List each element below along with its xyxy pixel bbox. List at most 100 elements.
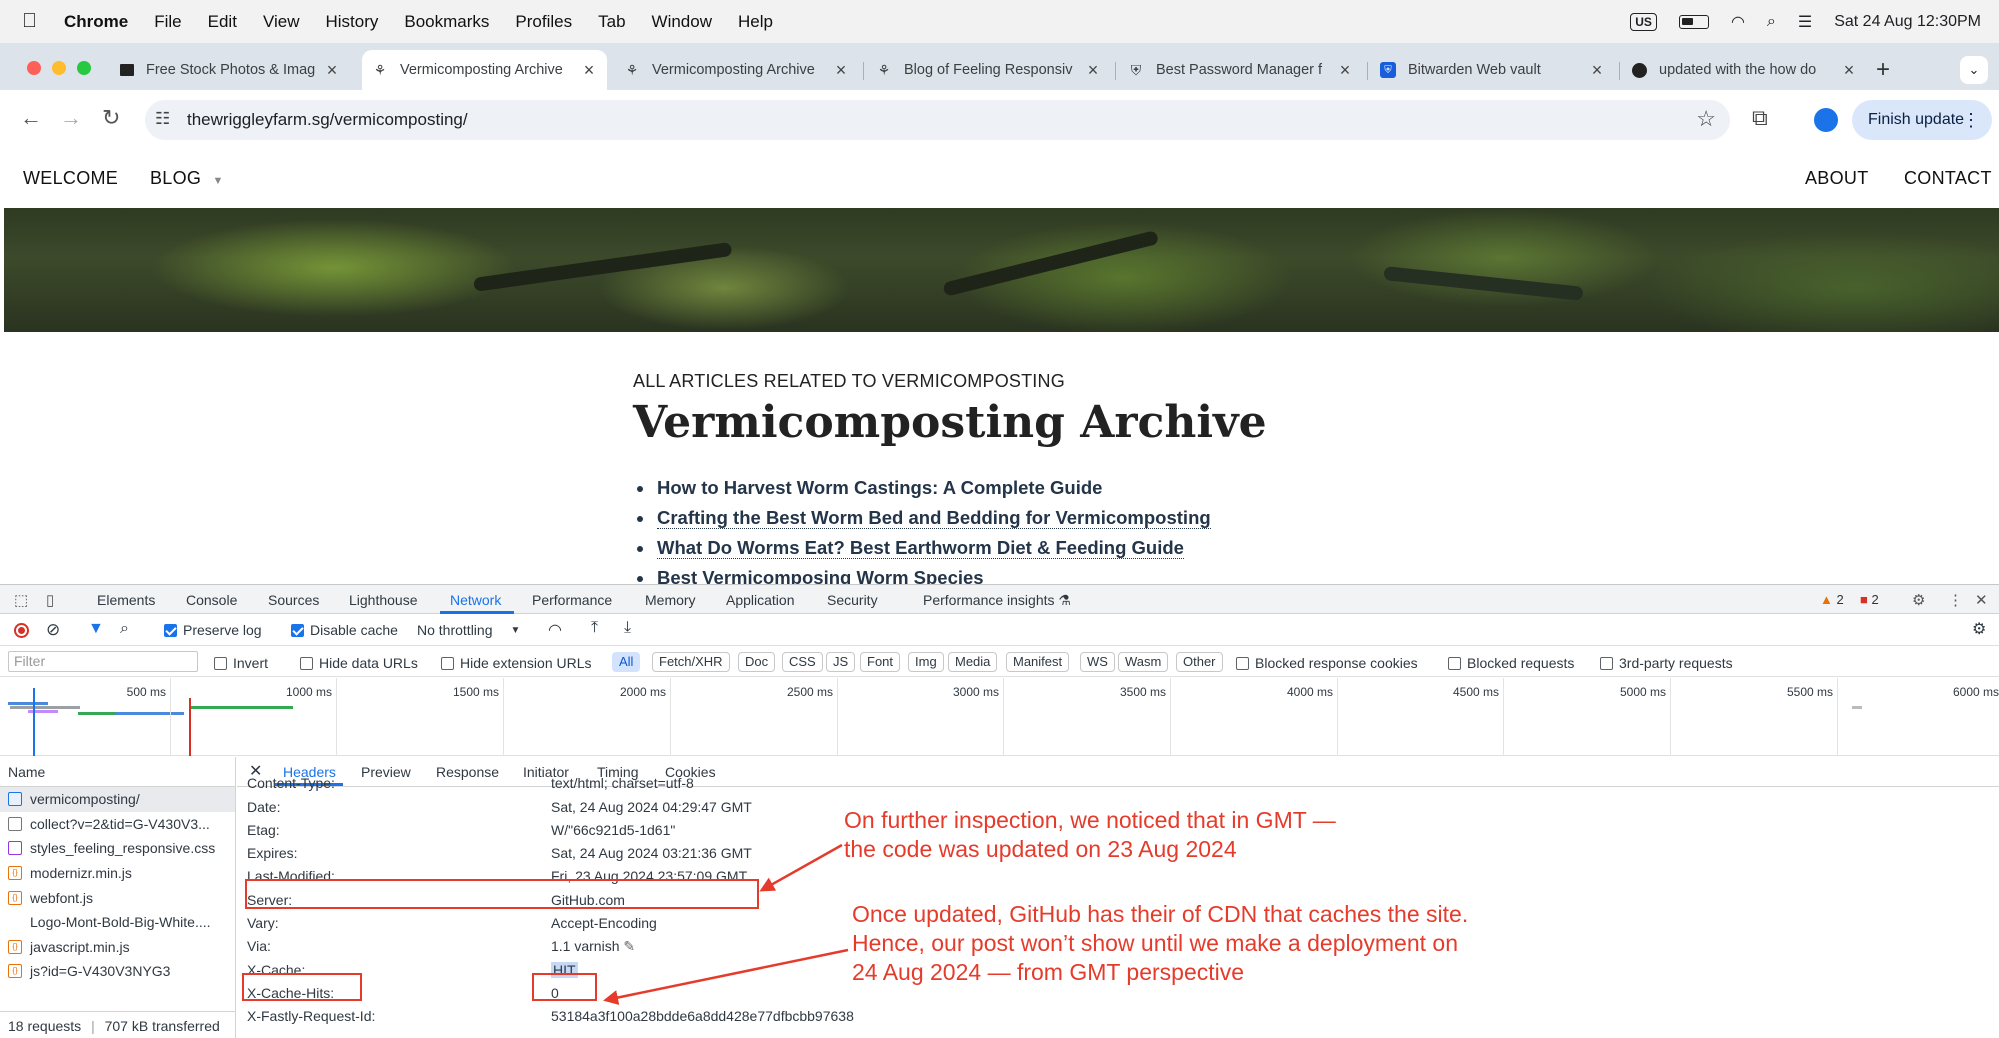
control-center-icon[interactable]: ☰ [1798, 12, 1812, 32]
export-har-download-icon[interactable]: ⤓ [624, 619, 631, 637]
search-icon[interactable]: ⌕ [1767, 13, 1776, 31]
table-row[interactable]: {} javascript.min.js [0, 935, 235, 960]
post-link[interactable]: What Do Worms Eat? Best Earthworm Diet &… [657, 537, 1184, 559]
invert-checkbox[interactable]: Invert [214, 655, 268, 671]
forward-arrow-icon[interactable]: → [60, 105, 82, 131]
tab-performance-insights[interactable]: Performance insights ⚗ [923, 592, 1071, 609]
menu-edit[interactable]: Edit [208, 12, 237, 32]
input-source-badge[interactable]: US [1630, 12, 1657, 31]
filter-type-doc[interactable]: Doc [738, 652, 776, 672]
menu-window[interactable]: Window [652, 12, 712, 32]
nav-welcome[interactable]: WELCOME [23, 168, 118, 189]
tab-performance[interactable]: Performance [532, 592, 612, 608]
tab-security[interactable]: Security [827, 592, 878, 608]
tab-memory[interactable]: Memory [645, 592, 696, 608]
post-link[interactable]: Crafting the Best Worm Bed and Bedding f… [657, 507, 1211, 529]
network-conditions-icon[interactable]: ◠ [548, 620, 562, 640]
device-toolbar-icon[interactable]: ▯ [46, 591, 54, 609]
preserve-log-checkbox[interactable]: Preserve log [164, 622, 262, 638]
edit-pencil-icon[interactable]: ✎ [623, 938, 635, 954]
tab-vermicomposting-archive-active[interactable]: ⚘ Vermicomposting Archive × [362, 50, 607, 90]
filter-type-other[interactable]: Other [1176, 652, 1223, 672]
network-timeline-overview[interactable]: 500 ms 1000 ms 1500 ms 2000 ms 2500 ms 3000 m… [0, 678, 1999, 756]
menu-profiles[interactable]: Profiles [515, 12, 572, 32]
tab-github-updated[interactable]: updated with the how do × [1622, 52, 1867, 88]
menu-view[interactable]: View [263, 12, 300, 32]
filter-type-media[interactable]: Media [948, 652, 998, 672]
battery-icon[interactable] [1678, 14, 1709, 29]
close-tab-icon[interactable]: × [833, 60, 849, 81]
disable-cache-checkbox[interactable]: Disable cache [291, 622, 398, 638]
tab-elements[interactable]: Elements [97, 592, 155, 608]
finish-update-button[interactable]: Finish update ⋮ [1852, 100, 1992, 140]
throttling-select[interactable]: No throttling ▼ [417, 622, 520, 638]
filter-type-img[interactable]: Img [908, 652, 944, 672]
table-row[interactable]: Logo-Mont-Bold-Big-White.... [0, 910, 235, 935]
close-tab-icon[interactable]: × [324, 60, 340, 81]
filter-type-font[interactable]: Font [860, 652, 901, 672]
filter-type-all[interactable]: All [612, 652, 641, 672]
url-text[interactable]: thewriggleyfarm.sg/vermicomposting/ [187, 110, 468, 130]
tab-search-chevron-icon[interactable]: ⌄ [1960, 56, 1988, 84]
menu-clock[interactable]: Sat 24 Aug 12:30PM [1834, 13, 1981, 31]
filter-type-manifest[interactable]: Manifest [1006, 652, 1070, 672]
menu-app-chrome[interactable]: Chrome [64, 12, 128, 32]
back-arrow-icon[interactable]: ← [20, 105, 42, 131]
tab-console[interactable]: Console [186, 592, 237, 608]
hide-data-urls-checkbox[interactable]: Hide data URLs [300, 655, 418, 671]
search-icon[interactable]: ⌕ [120, 620, 129, 638]
close-window-icon[interactable] [27, 61, 41, 75]
table-row[interactable]: {} modernizr.min.js [0, 861, 235, 886]
close-tab-icon[interactable]: × [1337, 60, 1353, 81]
record-button[interactable] [14, 623, 29, 638]
minimize-window-icon[interactable] [52, 61, 66, 75]
tab-vermicomposting-archive[interactable]: ⚘ Vermicomposting Archive × [614, 52, 859, 88]
third-party-requests-checkbox[interactable]: 3rd-party requests [1600, 655, 1733, 671]
close-tab-icon[interactable]: × [581, 60, 597, 81]
menu-help[interactable]: Help [738, 12, 773, 32]
profile-avatar[interactable] [1814, 108, 1838, 132]
tab-sources[interactable]: Sources [268, 592, 319, 608]
tab-lighthouse[interactable]: Lighthouse [349, 592, 418, 608]
tab-free-stock-photos[interactable]: Free Stock Photos & Imag × [110, 52, 350, 88]
hide-extension-urls-checkbox[interactable]: Hide extension URLs [441, 655, 592, 671]
warnings-counter[interactable]: ▲ 2 [1820, 592, 1844, 607]
filter-type-css[interactable]: CSS [782, 652, 823, 672]
settings-gear-icon[interactable]: ⚙ [1912, 591, 1925, 609]
filter-type-wasm[interactable]: Wasm [1118, 652, 1169, 672]
reload-icon[interactable]: ↻ [102, 105, 120, 131]
bookmark-star-icon[interactable]: ☆ [1696, 106, 1716, 132]
filter-type-ws[interactable]: WS [1080, 652, 1115, 672]
tab-bitwarden-web-vault[interactable]: ⛨ Bitwarden Web vault × [1370, 52, 1615, 88]
table-row[interactable]: {} js?id=G-V430V3NYG3 [0, 959, 235, 984]
filter-type-js[interactable]: JS [826, 652, 856, 672]
site-info-icon[interactable]: ☷ [155, 109, 170, 129]
extensions-puzzle-icon[interactable]: ⧉ [1752, 105, 1768, 131]
tab-network[interactable]: Network [450, 592, 501, 608]
filter-type-fetch-xhr[interactable]: Fetch/XHR [652, 652, 730, 672]
post-link[interactable]: How to Harvest Worm Castings: A Complete… [657, 477, 1102, 498]
network-settings-gear-icon[interactable]: ⚙ [1972, 619, 1986, 639]
blocked-response-cookies-checkbox[interactable]: Blocked response cookies [1236, 655, 1418, 671]
filter-input[interactable]: Filter [8, 651, 198, 672]
nav-contact[interactable]: CONTACT [1904, 168, 1992, 189]
requests-name-column-header[interactable]: Name [0, 757, 235, 787]
close-tab-icon[interactable]: × [1841, 60, 1857, 81]
more-vert-icon[interactable]: ⋮ [1962, 110, 1980, 131]
blocked-requests-checkbox[interactable]: Blocked requests [1448, 655, 1574, 671]
menu-tab[interactable]: Tab [598, 12, 625, 32]
errors-counter[interactable]: ■ 2 [1860, 592, 1879, 607]
tab-application[interactable]: Application [726, 592, 795, 608]
apple-icon[interactable]:  [22, 10, 42, 33]
wifi-icon[interactable]: ◠ [1731, 12, 1745, 32]
close-devtools-icon[interactable]: ✕ [1975, 591, 1988, 609]
close-tab-icon[interactable]: × [1085, 60, 1101, 81]
menu-history[interactable]: History [325, 12, 378, 32]
new-tab-button[interactable]: + [1876, 56, 1890, 84]
tab-best-password-manager[interactable]: ⛨ Best Password Manager f × [1118, 52, 1363, 88]
zoom-window-icon[interactable] [77, 61, 91, 75]
menu-bookmarks[interactable]: Bookmarks [404, 12, 489, 32]
nav-blog[interactable]: BLOG ▼ [150, 168, 224, 189]
nav-about[interactable]: ABOUT [1805, 168, 1869, 189]
menu-file[interactable]: File [154, 12, 181, 32]
